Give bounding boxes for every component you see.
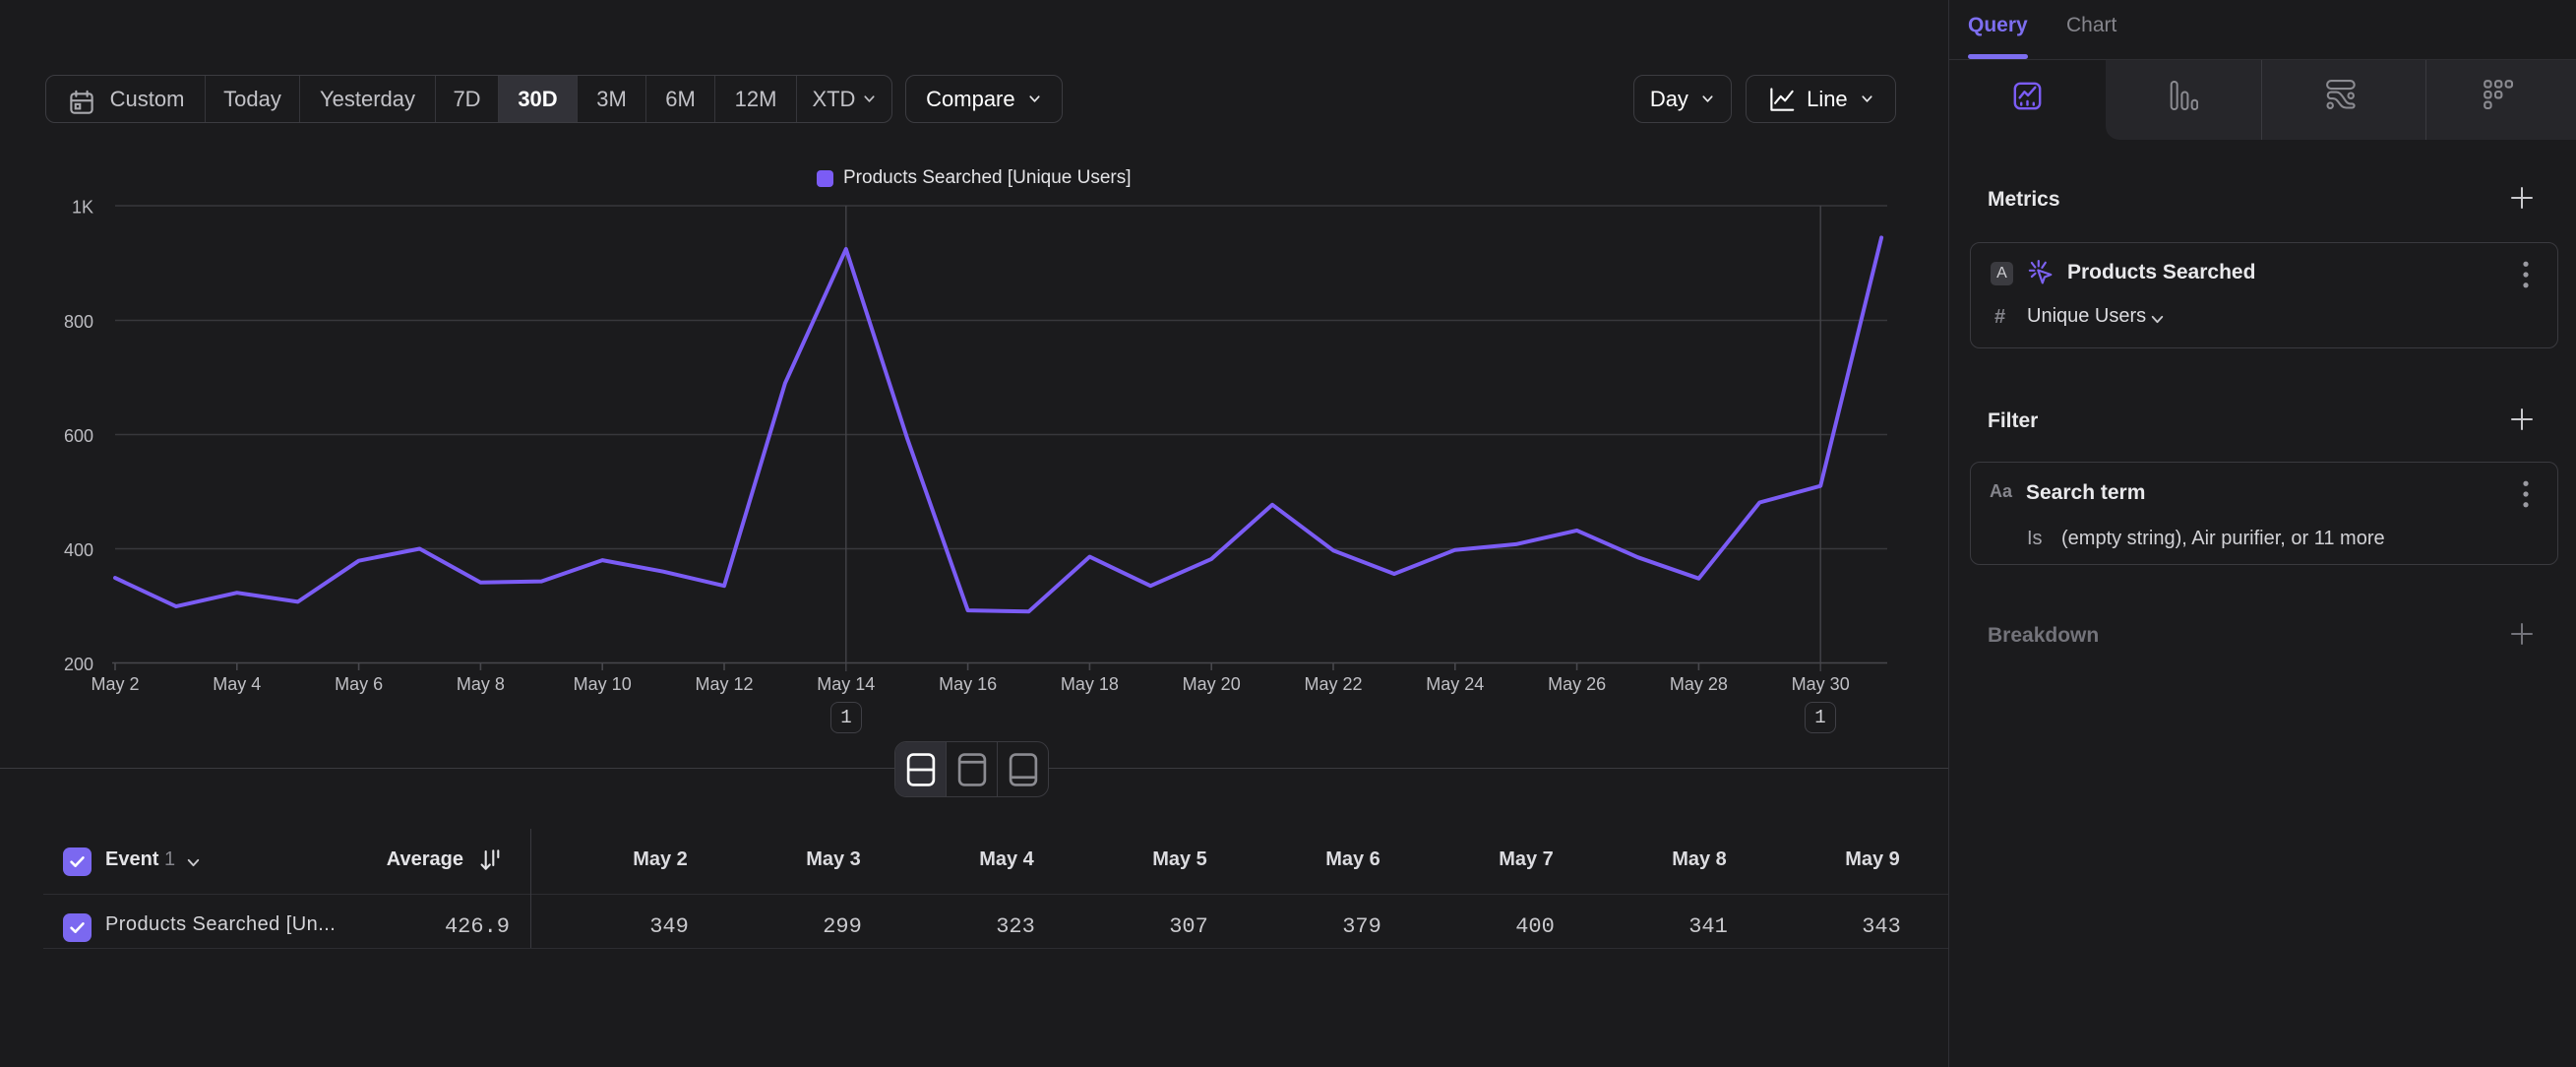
svg-text:May 8: May 8 bbox=[457, 674, 505, 694]
svg-text:1K: 1K bbox=[72, 198, 93, 218]
svg-text:800: 800 bbox=[64, 312, 93, 332]
svg-text:May 14: May 14 bbox=[817, 674, 875, 694]
svg-text:May 22: May 22 bbox=[1304, 674, 1362, 694]
svg-text:May 30: May 30 bbox=[1792, 674, 1850, 694]
svg-text:May 10: May 10 bbox=[574, 674, 632, 694]
svg-text:May 24: May 24 bbox=[1426, 674, 1484, 694]
svg-text:May 18: May 18 bbox=[1061, 674, 1119, 694]
svg-text:200: 200 bbox=[64, 655, 93, 674]
svg-text:May 16: May 16 bbox=[939, 674, 997, 694]
svg-text:May 2: May 2 bbox=[91, 674, 139, 694]
svg-text:400: 400 bbox=[64, 540, 93, 560]
svg-text:May 26: May 26 bbox=[1548, 674, 1606, 694]
svg-text:May 6: May 6 bbox=[335, 674, 383, 694]
svg-text:May 20: May 20 bbox=[1183, 674, 1241, 694]
svg-text:May 4: May 4 bbox=[213, 674, 261, 694]
svg-text:May 28: May 28 bbox=[1670, 674, 1728, 694]
svg-text:600: 600 bbox=[64, 426, 93, 446]
svg-text:May 12: May 12 bbox=[695, 674, 753, 694]
